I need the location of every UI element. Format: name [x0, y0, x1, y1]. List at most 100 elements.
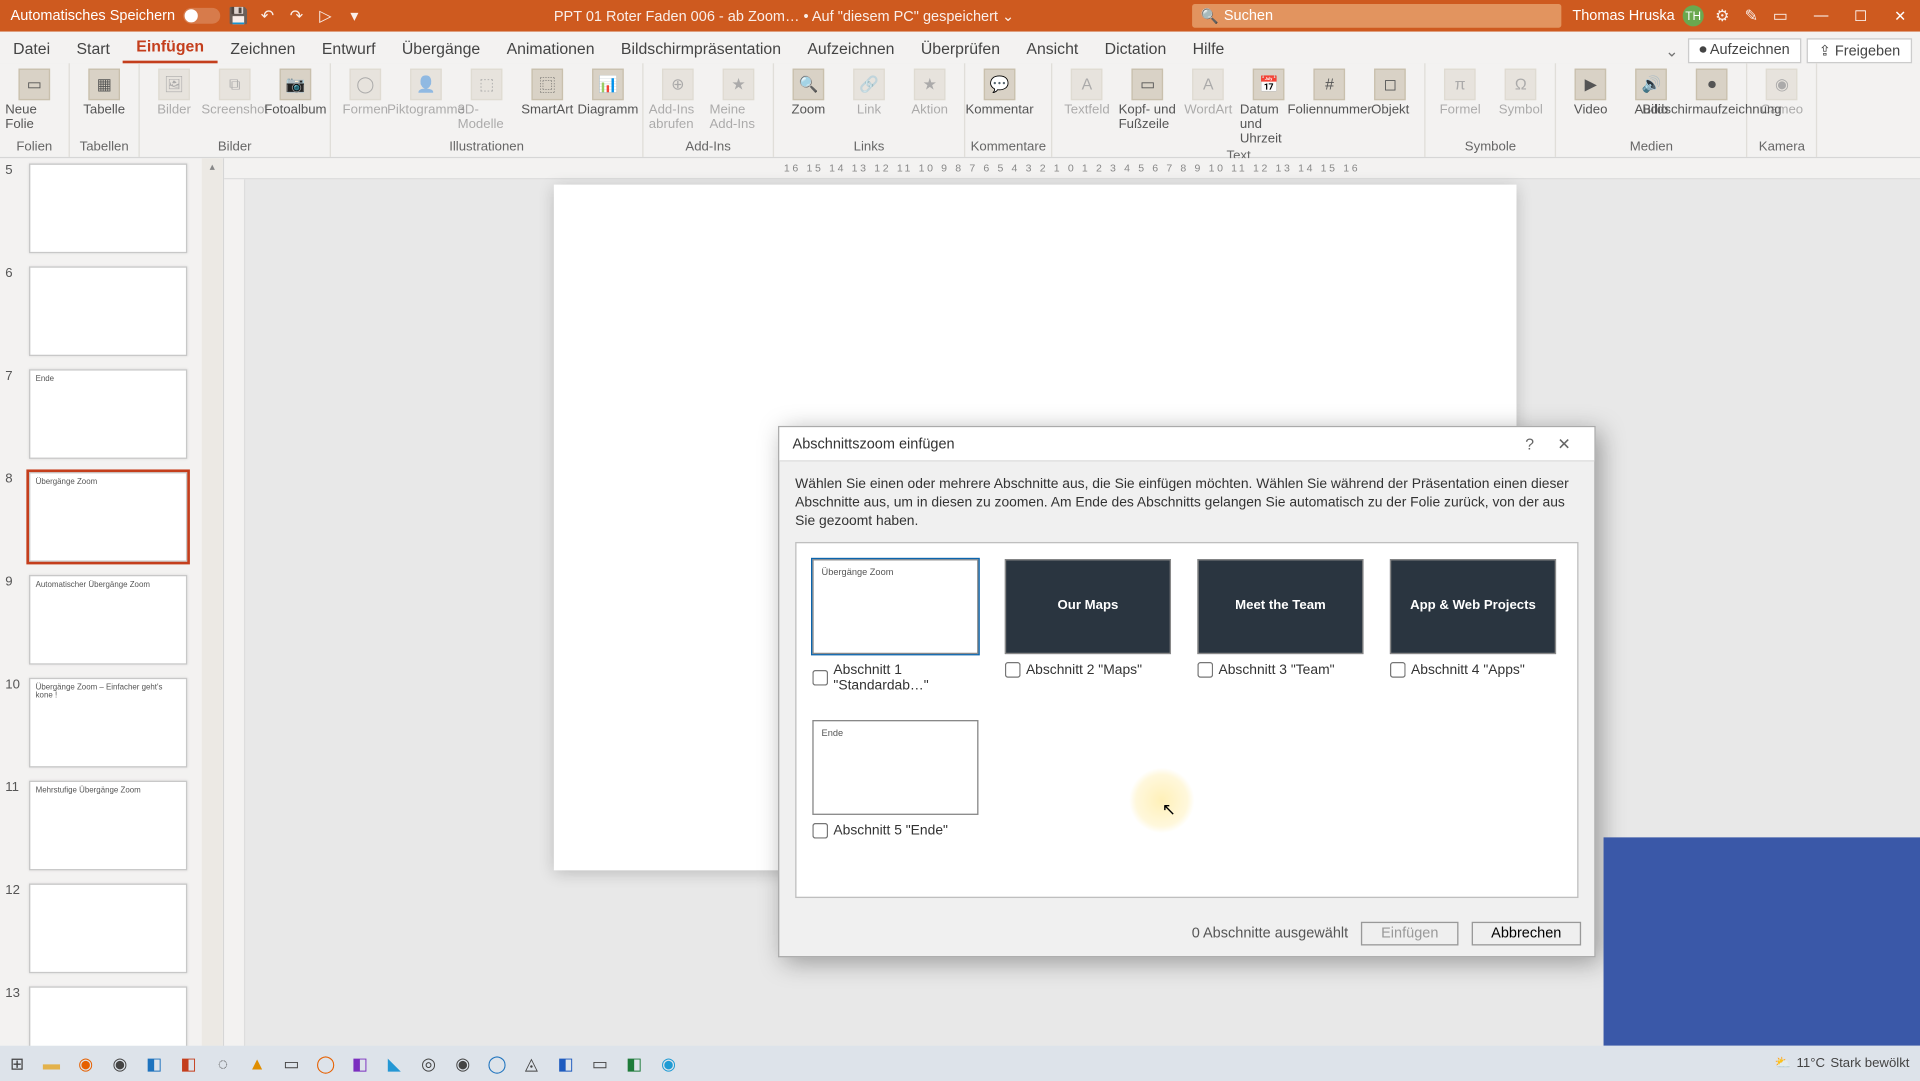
ribbon-foliennummer[interactable]: #Foliennummer — [1301, 66, 1359, 149]
save-location[interactable]: Auf "diesem PC" gespeichert — [812, 9, 998, 25]
app-icon[interactable]: ◬ — [514, 1049, 548, 1078]
user-name[interactable]: Thomas Hruska — [1572, 8, 1674, 24]
tab-ansicht[interactable]: Ansicht — [1013, 34, 1091, 63]
section-option-2[interactable]: Our MapsAbschnitt 2 "Maps" — [1005, 558, 1171, 693]
slide-thumb-5[interactable]: 5 — [5, 164, 212, 254]
ribbon-objekt[interactable]: ◻Objekt — [1361, 66, 1419, 149]
ribbon-smartart[interactable]: ⿴SmartArt — [518, 66, 576, 135]
slide-thumbnails-panel[interactable]: ▴▾ 5 6 7Ende 8Übergänge Zoom 9Automatischer … — [0, 158, 224, 1060]
app-icon[interactable]: ◯ — [309, 1049, 343, 1078]
outlook-icon[interactable]: ◧ — [137, 1049, 171, 1078]
app-icon[interactable]: ▭ — [583, 1049, 617, 1078]
slide-thumb-6[interactable]: 6 — [5, 266, 212, 356]
save-icon[interactable]: 💾 — [228, 5, 249, 26]
draw-icon[interactable]: ✎ — [1741, 5, 1762, 26]
ribbon-group-label: Kommentare — [971, 140, 1046, 156]
ribbon-bildschirmaufzeichnung[interactable]: ⏺Bildschirmaufzeichnung — [1683, 66, 1741, 120]
ribbon-group-label: Illustrationen — [336, 140, 637, 156]
user-avatar[interactable]: TH — [1683, 5, 1704, 26]
app-icon[interactable]: ◌ — [206, 1049, 240, 1078]
slide-thumb-9[interactable]: 9Automatischer Übergänge Zoom — [5, 575, 212, 665]
tab-dictation[interactable]: Dictation — [1091, 34, 1179, 63]
ribbon-group-label: Add-Ins — [649, 140, 768, 156]
collapse-ribbon-icon[interactable]: ⌄ — [1661, 40, 1682, 61]
slide-thumb-11[interactable]: 11Mehrstufige Übergänge Zoom — [5, 781, 212, 871]
section-checkbox[interactable] — [812, 669, 828, 685]
cancel-button[interactable]: Abbrechen — [1471, 921, 1581, 945]
tab-übergänge[interactable]: Übergänge — [389, 34, 494, 63]
explorer-icon[interactable]: ▬ — [34, 1049, 68, 1078]
insert-button[interactable]: Einfügen — [1361, 921, 1458, 945]
close-button[interactable]: ✕ — [1880, 7, 1920, 24]
excel-icon[interactable]: ◧ — [617, 1049, 651, 1078]
ribbon-video[interactable]: ▶Video — [1562, 66, 1620, 120]
window-icon[interactable]: ▭ — [1770, 5, 1791, 26]
section-grid: Übergänge ZoomAbschnitt 1 "Standardab…"O… — [795, 541, 1578, 897]
section-option-5[interactable]: EndeAbschnitt 5 "Ende" — [812, 719, 978, 838]
slide-thumb-7[interactable]: 7Ende — [5, 369, 212, 459]
tab-aufzeichnen[interactable]: Aufzeichnen — [794, 34, 907, 63]
app-icon[interactable]: ▭ — [274, 1049, 308, 1078]
ribbon: ▭Neue FolieFolien▦TabelleTabellen🖼Bilder… — [0, 63, 1920, 158]
app-icon[interactable]: ◯ — [480, 1049, 514, 1078]
start-button[interactable]: ⊞ — [0, 1049, 34, 1078]
ribbon-kopf-und-fu-zeile[interactable]: ▭Kopf- und Fußzeile — [1119, 66, 1177, 149]
ribbon-formen: ◯Formen — [336, 66, 394, 135]
windows-taskbar[interactable]: ⊞ ▬ ◉ ◉ ◧ ◧ ◌ ▲ ▭ ◯ ◧ ◣ ◎ ◉ ◯ ◬ ◧ ▭ ◧ ◉ … — [0, 1046, 1920, 1081]
record-button[interactable]: ⏺ Aufzeichnen — [1688, 38, 1802, 63]
tab-entwurf[interactable]: Entwurf — [309, 34, 389, 63]
tab-animationen[interactable]: Animationen — [493, 34, 607, 63]
ribbon-diagramm[interactable]: 📊Diagramm — [579, 66, 637, 135]
edge-icon[interactable]: ◉ — [651, 1049, 685, 1078]
chrome-icon[interactable]: ◉ — [103, 1049, 137, 1078]
powerpoint-icon[interactable]: ◧ — [171, 1049, 205, 1078]
vlc-icon[interactable]: ▲ — [240, 1049, 274, 1078]
more-icon[interactable]: ▾ — [344, 5, 365, 26]
ribbon-meine-add-ins: ★Meine Add-Ins — [709, 66, 767, 135]
section-checkbox[interactable] — [812, 822, 828, 838]
section-option-1[interactable]: Übergänge ZoomAbschnitt 1 "Standardab…" — [812, 558, 978, 693]
dialog-close-button[interactable]: ✕ — [1547, 435, 1581, 453]
section-label: Abschnitt 1 "Standardab…" — [833, 661, 978, 693]
tab-hilfe[interactable]: Hilfe — [1179, 34, 1237, 63]
weather-icon: ⛅ — [1775, 1056, 1791, 1071]
share-button[interactable]: ⇪ Freigeben — [1807, 38, 1912, 63]
coming-soon-icon[interactable]: ⚙ — [1712, 5, 1733, 26]
thumbnail-scrollbar[interactable]: ▴▾ — [202, 158, 223, 1060]
section-option-4[interactable]: App & Web ProjectsAbschnitt 4 "Apps" — [1390, 558, 1556, 693]
telegram-icon[interactable]: ◣ — [377, 1049, 411, 1078]
autosave-toggle[interactable] — [183, 8, 220, 24]
weather-widget[interactable]: ⛅ 11°C Stark bewölkt — [1764, 1056, 1920, 1071]
onenote-icon[interactable]: ◧ — [343, 1049, 377, 1078]
section-checkbox[interactable] — [1005, 661, 1021, 677]
word-icon[interactable]: ◧ — [549, 1049, 583, 1078]
tab-überprüfen[interactable]: Überprüfen — [908, 34, 1014, 63]
tab-einfügen[interactable]: Einfügen — [123, 32, 217, 64]
undo-icon[interactable]: ↶ — [257, 5, 278, 26]
obs-icon[interactable]: ◉ — [446, 1049, 480, 1078]
tab-datei[interactable]: Datei — [0, 34, 63, 63]
section-option-3[interactable]: Meet the TeamAbschnitt 3 "Team" — [1197, 558, 1363, 693]
ribbon-cameo: ◉Cameo — [1753, 66, 1811, 120]
minimize-button[interactable]: — — [1801, 8, 1841, 24]
section-checkbox[interactable] — [1390, 661, 1406, 677]
section-checkbox[interactable] — [1197, 661, 1213, 677]
tab-zeichnen[interactable]: Zeichnen — [217, 34, 308, 63]
app-icon[interactable]: ◎ — [411, 1049, 445, 1078]
slide-thumb-12[interactable]: 12 — [5, 884, 212, 974]
ribbon-tabelle[interactable]: ▦Tabelle — [75, 66, 133, 120]
ribbon-kommentar[interactable]: 💬Kommentar — [971, 66, 1029, 120]
firefox-icon[interactable]: ◉ — [69, 1049, 103, 1078]
ribbon-fotoalbum[interactable]: 📷Fotoalbum — [266, 66, 324, 120]
ribbon-zoom[interactable]: 🔍Zoom — [779, 66, 837, 120]
slide-thumb-10[interactable]: 10Übergänge Zoom – Einfacher geht's kone… — [5, 678, 212, 768]
ribbon-neue-folie[interactable]: ▭Neue Folie — [5, 66, 63, 135]
tab-start[interactable]: Start — [63, 34, 123, 63]
tab-bildschirmpräsentation[interactable]: Bildschirmpräsentation — [608, 34, 794, 63]
search-box[interactable]: 🔍 Suchen — [1193, 4, 1562, 28]
dialog-help-button[interactable]: ? — [1513, 435, 1547, 453]
start-show-icon[interactable]: ▷ — [315, 5, 336, 26]
maximize-button[interactable]: ☐ — [1841, 7, 1881, 24]
redo-icon[interactable]: ↷ — [286, 5, 307, 26]
slide-thumb-8[interactable]: 8Übergänge Zoom — [5, 472, 212, 562]
